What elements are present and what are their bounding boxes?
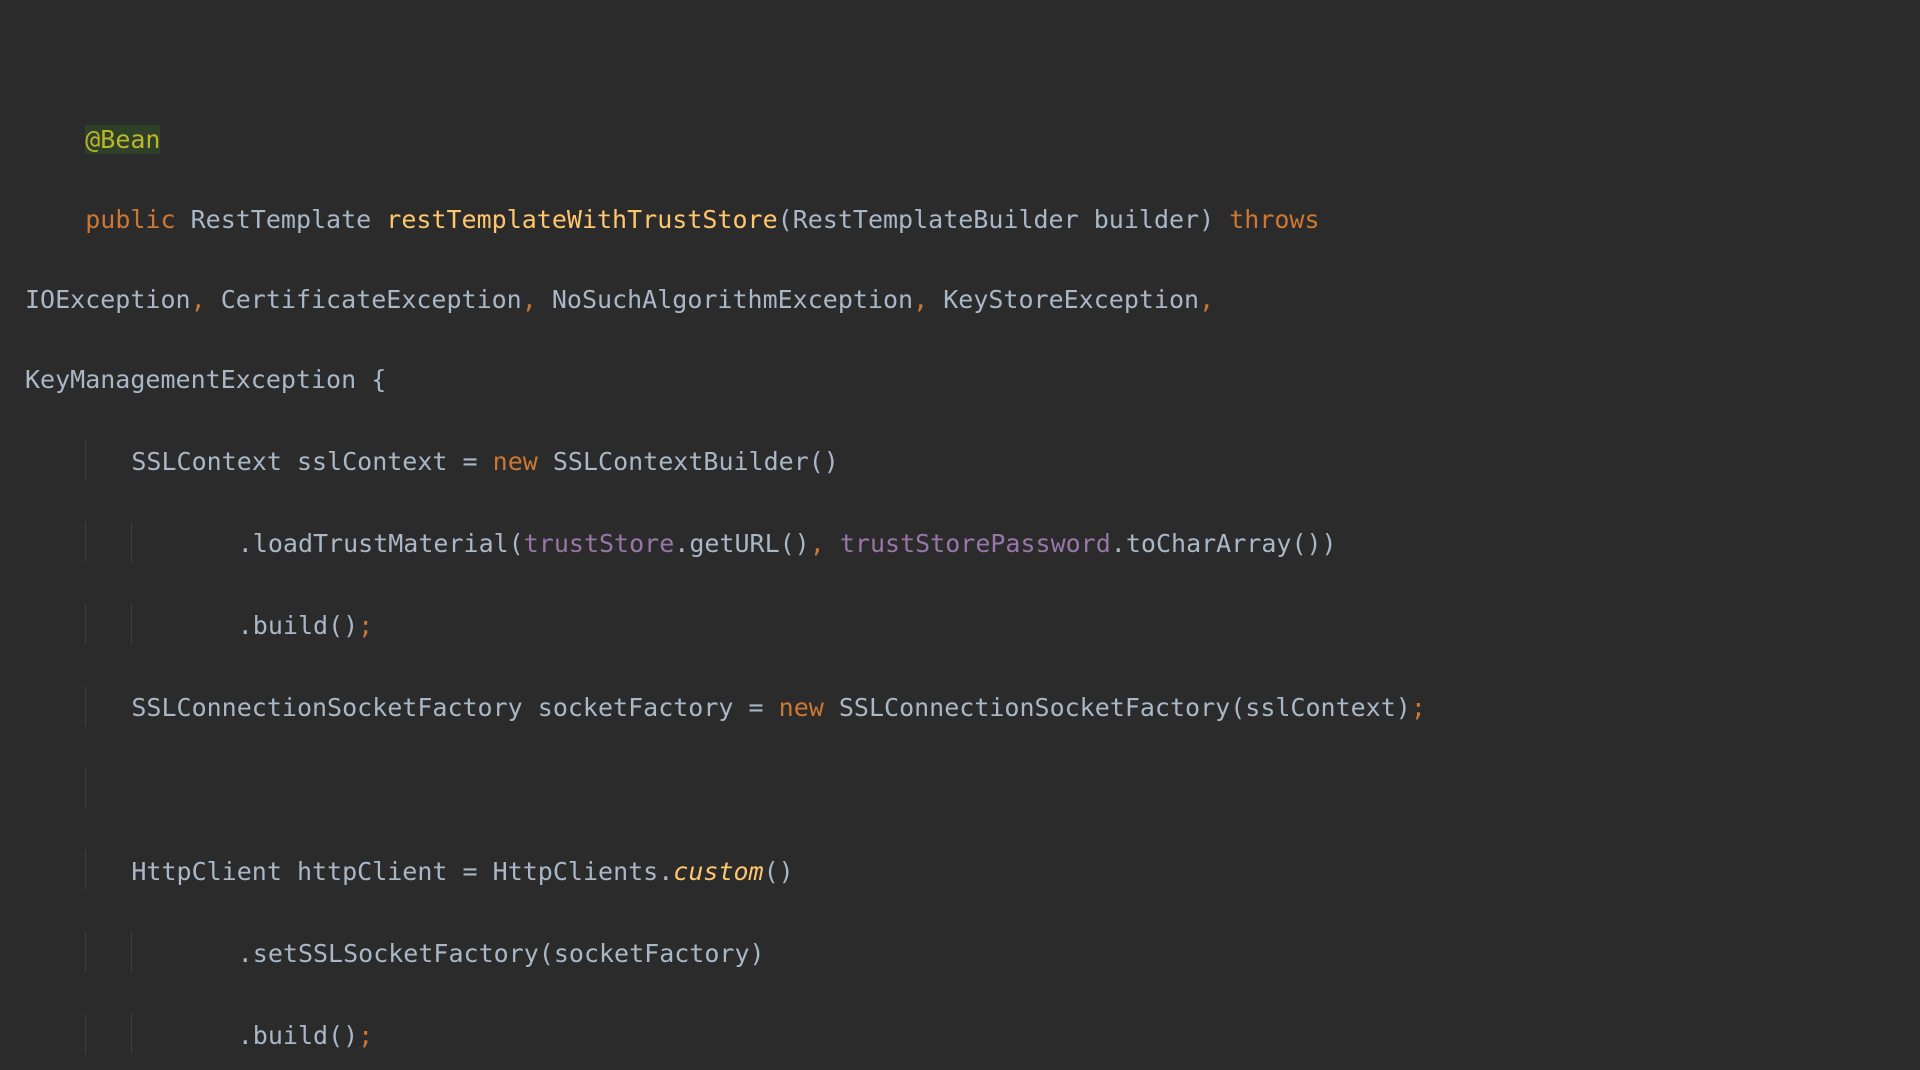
type-sslconnsf: SSLConnectionSocketFactory	[131, 693, 522, 722]
type-sslcontext: SSLContext	[131, 447, 282, 476]
m-build: build	[253, 1021, 328, 1050]
code-line: KeyManagementException {	[25, 360, 1920, 400]
exc-io: IOException	[25, 285, 191, 314]
code-line: .build();	[25, 1014, 1920, 1056]
exc-nsa: NoSuchAlgorithmException	[552, 285, 913, 314]
exc-cert: CertificateException	[221, 285, 522, 314]
kw-public: public	[85, 205, 175, 234]
param-builder: builder	[1094, 205, 1199, 234]
annotation-bean: @Bean	[85, 125, 160, 154]
code-line: public RestTemplate restTemplateWithTrus…	[25, 200, 1920, 240]
m-setsslsocketfactory: setSSLSocketFactory	[253, 939, 539, 968]
code-line: @Bean	[25, 120, 1920, 160]
m-build: build	[253, 611, 328, 640]
code-line: SSLContext sslContext = new SSLContextBu…	[25, 440, 1920, 482]
m-geturl: getURL	[689, 529, 779, 558]
field-truststore: trustStore	[524, 529, 675, 558]
m-custom: custom	[673, 857, 763, 886]
type-resttemplate: RestTemplate	[191, 205, 372, 234]
type-httpclients: HttpClients	[493, 857, 659, 886]
kw-new: new	[493, 447, 538, 476]
var-sslcontext: sslContext	[297, 447, 448, 476]
code-line: .setSSLSocketFactory(socketFactory)	[25, 932, 1920, 974]
kw-new: new	[779, 693, 824, 722]
field-truststorepassword: trustStorePassword	[840, 529, 1111, 558]
code-line: HttpClient httpClient = HttpClients.cust…	[25, 850, 1920, 892]
code-line: SSLConnectionSocketFactory socketFactory…	[25, 686, 1920, 728]
type-resttemplatebuilder: RestTemplateBuilder	[793, 205, 1079, 234]
m-loadtrustmaterial: loadTrustMaterial	[253, 529, 509, 558]
m-tochararray: toCharArray	[1126, 529, 1292, 558]
method-name: restTemplateWithTrustStore	[386, 205, 777, 234]
code-line: IOException, CertificateException, NoSuc…	[25, 280, 1920, 320]
code-line	[25, 768, 1920, 810]
var-socketfactory: socketFactory	[538, 693, 734, 722]
type-sslcontextbuilder: SSLContextBuilder	[553, 447, 809, 476]
code-line: .build();	[25, 604, 1920, 646]
var-httpclient: httpClient	[297, 857, 448, 886]
kw-throws: throws	[1229, 205, 1319, 234]
code-editor[interactable]: @Bean public RestTemplate restTemplateWi…	[0, 0, 1920, 1070]
exc-km: KeyManagementException	[25, 365, 356, 394]
exc-ks: KeyStoreException	[943, 285, 1199, 314]
code-line: .loadTrustMaterial(trustStore.getURL(), …	[25, 522, 1920, 564]
type-httpclient: HttpClient	[131, 857, 282, 886]
